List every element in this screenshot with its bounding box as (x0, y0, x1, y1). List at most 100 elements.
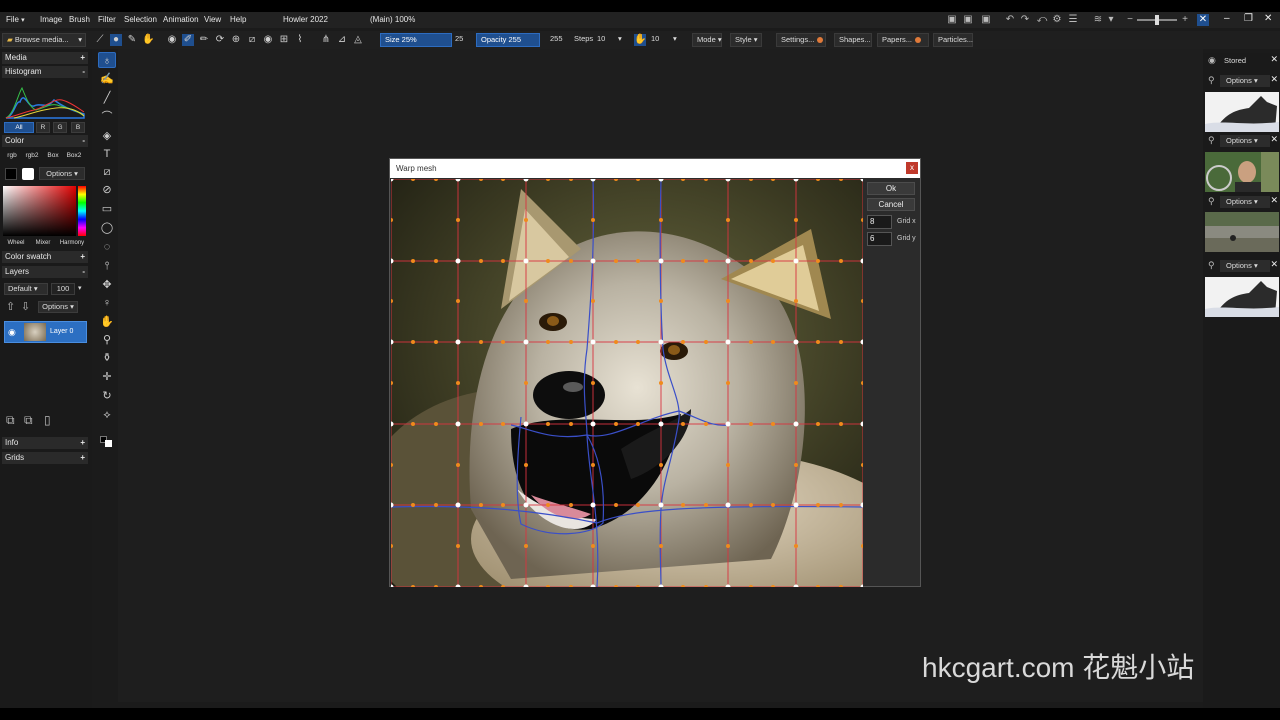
mesh-edge-point[interactable] (501, 503, 505, 507)
curve-icon[interactable]: ⌇ (294, 34, 306, 46)
color-picker-square[interactable] (3, 186, 76, 236)
opacity-value[interactable]: 255 (550, 33, 563, 47)
mesh-edge-point[interactable] (704, 503, 708, 507)
warp-mesh-grid[interactable] (391, 179, 863, 587)
ellipse-select-icon[interactable]: ◯ (98, 220, 116, 236)
layer-options-dropdown[interactable]: Options ▾ (38, 301, 78, 313)
mesh-edge-point[interactable] (501, 340, 505, 344)
grid-snap-icon[interactable]: ⊞ (278, 34, 290, 46)
mesh-edge-point[interactable] (411, 585, 415, 587)
expand-icon[interactable]: + (80, 437, 85, 449)
mesh-edge-point[interactable] (569, 422, 573, 426)
mesh-control-point[interactable] (455, 584, 461, 588)
pan-tool-icon[interactable]: ✥ (98, 277, 116, 293)
mesh-edge-point[interactable] (501, 585, 505, 587)
pencil-icon[interactable]: ✏ (198, 34, 210, 46)
mesh-edge-point[interactable] (591, 381, 595, 385)
mesh-edge-point[interactable] (771, 585, 775, 587)
mesh-control-point[interactable] (860, 339, 864, 345)
mesh-edge-point[interactable] (704, 259, 708, 263)
collapse-icon[interactable]: - (82, 266, 85, 278)
size-slider[interactable]: Size 25% (380, 33, 452, 47)
mesh-edge-point[interactable] (546, 259, 550, 263)
menu-selection[interactable]: Selection (124, 15, 157, 24)
mesh-edge-point[interactable] (659, 381, 663, 385)
menu-brush[interactable]: Brush (69, 15, 90, 24)
mesh-edge-point[interactable] (816, 179, 820, 181)
hist-channel-r[interactable]: R (36, 122, 50, 133)
chevron-down-icon[interactable]: ▾ (673, 33, 677, 47)
eye-icon[interactable]: ◉ (1208, 55, 1216, 66)
rotate-icon[interactable]: ⟳ (214, 34, 226, 46)
mesh-edge-point[interactable] (771, 259, 775, 263)
mesh-edge-point[interactable] (636, 503, 640, 507)
mesh-edge-point[interactable] (861, 463, 863, 467)
mesh-edge-point[interactable] (704, 340, 708, 344)
close-icon[interactable]: ✕ (1270, 74, 1278, 85)
mesh-edge-point[interactable] (726, 544, 730, 548)
mesh-control-point[interactable] (725, 339, 731, 345)
mesh-edge-point[interactable] (479, 503, 483, 507)
grids-panel-header[interactable]: Grids + (2, 452, 88, 464)
mesh-control-point[interactable] (590, 421, 596, 427)
mesh-edge-point[interactable] (794, 299, 798, 303)
menu-help[interactable]: Help (230, 15, 246, 24)
mesh-edge-point[interactable] (749, 259, 753, 263)
opacity-slider[interactable]: Opacity 255 (476, 33, 540, 47)
brush-settings-icon[interactable]: ⟋ (94, 34, 106, 46)
close-icon[interactable]: ✕ (1270, 259, 1278, 270)
stored-thumbnail-wolf[interactable] (1205, 92, 1279, 132)
stop-icon[interactable]: ◉ (262, 34, 274, 46)
mesh-control-point[interactable] (725, 584, 731, 588)
stamp-tool-icon[interactable]: ⚱ (98, 350, 116, 366)
mesh-edge-point[interactable] (659, 299, 663, 303)
mesh-edge-point[interactable] (614, 179, 618, 181)
mesh-control-point[interactable] (860, 179, 864, 182)
mesh-edge-point[interactable] (411, 503, 415, 507)
mesh-edge-point[interactable] (501, 259, 505, 263)
mesh-edge-point[interactable] (839, 259, 843, 263)
brush-tool-icon[interactable]: ♁ (98, 52, 116, 68)
close-icon[interactable]: ✕ (1264, 13, 1272, 24)
eye-toggle-icon[interactable]: ◉ (166, 34, 178, 46)
mesh-edge-point[interactable] (771, 179, 775, 181)
mesh-control-point[interactable] (523, 502, 529, 508)
histogram-panel-header[interactable]: Histogram - (2, 66, 88, 78)
hand-tool-icon[interactable]: ✋ (98, 314, 116, 330)
mesh-edge-point[interactable] (411, 422, 415, 426)
mesh-edge-point[interactable] (391, 544, 393, 548)
mesh-control-point[interactable] (391, 179, 394, 182)
mesh-edge-point[interactable] (749, 503, 753, 507)
background-color-swatch[interactable] (22, 168, 34, 180)
picker-tab-harmony[interactable]: Harmony (57, 239, 87, 250)
circle-tip-icon[interactable]: ● (110, 34, 122, 46)
mesh-edge-point[interactable] (479, 340, 483, 344)
mesh-edge-point[interactable] (501, 179, 505, 181)
mesh-control-point[interactable] (455, 258, 461, 264)
mesh-edge-point[interactable] (479, 422, 483, 426)
mesh-edge-point[interactable] (569, 585, 573, 587)
mesh-edge-point[interactable] (839, 340, 843, 344)
layer-opacity-field[interactable]: 100 (51, 283, 75, 295)
mesh-edge-point[interactable] (839, 585, 843, 587)
blend-mode-dropdown[interactable]: Default ▾ (4, 283, 48, 295)
stored-thumbnail-portrait[interactable] (1205, 152, 1279, 192)
zoom-in-icon[interactable]: + (1179, 14, 1191, 26)
minimize-icon[interactable]: – (1224, 13, 1230, 24)
hist-channel-all[interactable]: All (4, 122, 34, 133)
menu-filter[interactable]: Filter (98, 15, 116, 24)
mesh-edge-point[interactable] (524, 218, 528, 222)
mesh-control-point[interactable] (860, 584, 864, 588)
mesh-edge-point[interactable] (839, 503, 843, 507)
mesh-control-point[interactable] (391, 421, 394, 427)
pin-tool-icon[interactable]: ⚲ (98, 332, 116, 348)
picker-tab-wheel[interactable]: Wheel (3, 239, 29, 250)
window-tile-icon[interactable]: ▣ (946, 14, 958, 26)
stored-options-dropdown[interactable]: Options ▾ (1220, 196, 1270, 208)
mesh-edge-point[interactable] (591, 544, 595, 548)
mesh-control-point[interactable] (725, 502, 731, 508)
fill-tool-icon[interactable]: ◈ (98, 128, 116, 144)
mesh-edge-point[interactable] (636, 340, 640, 344)
mesh-edge-point[interactable] (659, 463, 663, 467)
undo-icon[interactable]: ↶ (1004, 14, 1016, 26)
